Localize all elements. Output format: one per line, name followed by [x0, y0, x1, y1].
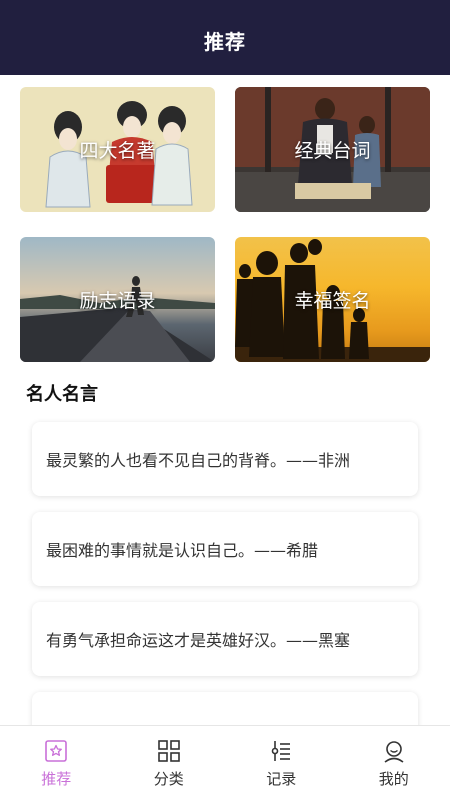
- list-icon: [271, 740, 291, 761]
- tab-category[interactable]: 分类: [113, 726, 226, 800]
- quote-card[interactable]: 有勇气承担命运这才是英雄好汉。——黑塞: [32, 602, 418, 676]
- tab-label: 推荐: [41, 769, 72, 788]
- quote-card[interactable]: 最灵繁的人也看不见自己的背脊。——非洲: [32, 422, 418, 496]
- tab-records[interactable]: 记录: [225, 726, 338, 800]
- bottom-tab-bar: 推荐 分类 记录 我的: [0, 725, 450, 800]
- quote-card[interactable]: 最困难的事情就是认识自己。——希腊: [32, 512, 418, 586]
- top-nav-bar: 推荐: [0, 0, 450, 75]
- category-card-four-classics[interactable]: 四大名著: [20, 87, 215, 212]
- star-bookmark-icon: [45, 739, 68, 762]
- tab-profile[interactable]: 我的: [338, 726, 450, 800]
- tab-label: 分类: [153, 769, 184, 788]
- category-card-happy-signatures[interactable]: 幸福签名: [235, 237, 430, 362]
- page-title: 推荐: [204, 30, 246, 54]
- section-title: 名人名言: [26, 384, 98, 405]
- category-label: 经典台词: [294, 140, 371, 162]
- category-label: 励志语录: [79, 290, 156, 312]
- tab-label: 记录: [266, 769, 297, 788]
- tab-recommend[interactable]: 推荐: [0, 726, 113, 800]
- category-label: 四大名著: [79, 140, 156, 162]
- category-label: 幸福签名: [294, 290, 371, 312]
- user-icon: [384, 740, 404, 763]
- category-card-classic-lines[interactable]: 经典台词: [235, 87, 430, 212]
- grid-icon: [157, 739, 180, 762]
- tab-label: 我的: [378, 769, 409, 788]
- category-card-motivational-quotes[interactable]: 励志语录: [20, 237, 215, 362]
